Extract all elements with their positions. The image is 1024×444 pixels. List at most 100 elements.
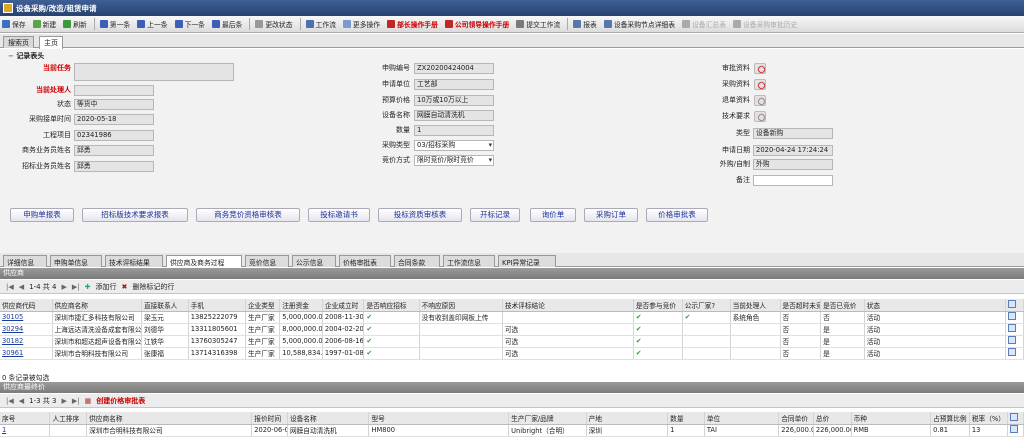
- field-value[interactable]: 等货中: [74, 99, 154, 110]
- delete-row-button[interactable]: 删除标记的行: [132, 282, 174, 292]
- first-page-icon[interactable]: |◀: [6, 283, 14, 291]
- toolbar-button[interactable]: 部长操作手册: [387, 19, 438, 29]
- action-button[interactable]: 商务竞价资格审核表: [196, 208, 300, 222]
- field-value[interactable]: ZX20200424004: [414, 63, 494, 74]
- detail-tab[interactable]: 详细信息: [3, 255, 47, 267]
- field-value[interactable]: 2020-04-24 17:24:24: [753, 145, 833, 156]
- toolbar-button[interactable]: 更多操作: [342, 19, 380, 29]
- column-header[interactable]: 产地: [586, 412, 669, 425]
- column-header[interactable]: 当前处理人: [730, 299, 781, 312]
- column-header[interactable]: 总价: [813, 412, 852, 425]
- detail-tab[interactable]: 供应商及商务过程: [166, 255, 242, 267]
- column-header[interactable]: 是否已竞价: [820, 299, 865, 312]
- detail-tab[interactable]: KPI异常记录: [498, 255, 556, 267]
- table-row[interactable]: 1 深圳市合明科技有限公司 2020-06-01网膜自动清洗机 HM800 Unibri…: [0, 424, 1024, 437]
- select-all-checkbox[interactable]: [1007, 412, 1024, 425]
- detail-tab[interactable]: 工作流信息: [443, 255, 495, 267]
- toolbar-button[interactable]: 上一条: [137, 19, 168, 29]
- toolbar-button[interactable]: 保存: [2, 19, 26, 29]
- column-header[interactable]: 企业成立时: [322, 299, 365, 312]
- row-checkbox[interactable]: [1005, 311, 1024, 324]
- table-cell[interactable]: 30182: [0, 335, 53, 348]
- field-value[interactable]: 02341986: [74, 130, 154, 141]
- column-header[interactable]: 直接联系人: [141, 299, 189, 312]
- action-button[interactable]: 申购单报表: [10, 208, 74, 222]
- toolbar-button[interactable]: 设备汇总表: [682, 19, 726, 29]
- field-value[interactable]: 邱勇: [74, 145, 154, 156]
- next-page-icon[interactable]: ▶: [61, 283, 66, 291]
- create-approval-icon[interactable]: ▦: [85, 397, 92, 405]
- row-link[interactable]: 30961: [2, 349, 23, 357]
- toolbar-button[interactable]: 报表: [573, 19, 597, 29]
- toolbar-button[interactable]: 更改状态: [255, 19, 293, 29]
- create-price-approval-button[interactable]: 创建价格审批表: [96, 396, 145, 406]
- field-value[interactable]: 2020-05-18: [74, 114, 154, 125]
- paperclip-icon[interactable]: [754, 79, 766, 90]
- column-header[interactable]: 企业类型: [245, 299, 281, 312]
- add-row-icon[interactable]: ✚: [85, 283, 91, 291]
- column-header[interactable]: 手机: [188, 299, 246, 312]
- table-row[interactable]: 30294 上海远达清洗设备成套有限公司 刘德华 13311805601 生产厂家 8,0…: [0, 323, 1024, 336]
- toolbar-button[interactable]: 提交工作流: [516, 19, 560, 29]
- column-header[interactable]: 是否超时未竞价: [780, 299, 822, 312]
- action-button[interactable]: 采购订单: [584, 208, 638, 222]
- toolbar-button[interactable]: 设备采购审批历史: [733, 19, 797, 29]
- toolbar-button[interactable]: 下一条: [174, 19, 205, 29]
- detail-tab[interactable]: 价格审批表: [339, 255, 391, 267]
- prev-page-icon[interactable]: ◀: [19, 283, 24, 291]
- action-button[interactable]: 招标版技术要求报表: [82, 208, 188, 222]
- table-cell[interactable]: 1: [0, 424, 51, 437]
- row-link[interactable]: 30182: [2, 337, 23, 345]
- action-button[interactable]: 询价单: [530, 208, 576, 222]
- toolbar-button[interactable]: 工作流: [305, 19, 336, 29]
- action-button[interactable]: 开标记录: [470, 208, 520, 222]
- select-all-checkbox[interactable]: [1005, 299, 1024, 312]
- detail-tab[interactable]: 技术评标结果: [105, 255, 163, 267]
- column-header[interactable]: 不响应原因: [419, 299, 503, 312]
- column-header[interactable]: 币种: [851, 412, 932, 425]
- field-value[interactable]: 工艺部: [414, 79, 494, 90]
- toolbar-button[interactable]: 新建: [32, 19, 56, 29]
- last-page-icon[interactable]: ▶|: [72, 283, 80, 291]
- column-header[interactable]: 技术评标结论: [502, 299, 634, 312]
- action-button[interactable]: 投标邀请书: [308, 208, 370, 222]
- last-page-icon[interactable]: ▶|: [72, 397, 80, 405]
- paperclip-icon[interactable]: [754, 111, 766, 122]
- field-value[interactable]: 邱勇: [74, 161, 154, 172]
- column-header[interactable]: 人工排序: [49, 412, 88, 425]
- column-header[interactable]: 公示厂家?: [682, 299, 731, 312]
- table-row[interactable]: 30961 深圳市合明科技有限公司 张康福 13714316398 生产厂家 10,588…: [0, 347, 1024, 360]
- column-header[interactable]: 是否响应招标: [363, 299, 420, 312]
- detail-tab[interactable]: 合同条款: [394, 255, 440, 267]
- select-field[interactable]: 限时竞价/限时竞价: [414, 155, 494, 166]
- column-header[interactable]: 供应商名称: [52, 299, 142, 312]
- column-header[interactable]: 序号: [0, 412, 51, 425]
- row-link[interactable]: 30294: [2, 325, 23, 333]
- toolbar-button[interactable]: 最后条: [211, 19, 242, 29]
- field-value[interactable]: 设备新购: [753, 128, 833, 139]
- toolbar-button[interactable]: 刷新: [63, 19, 87, 29]
- next-page-icon[interactable]: ▶: [61, 397, 66, 405]
- row-checkbox[interactable]: [1007, 424, 1024, 437]
- column-header[interactable]: 是否参与竞价: [633, 299, 683, 312]
- table-cell[interactable]: 30105: [0, 311, 53, 324]
- prev-page-icon[interactable]: ◀: [19, 397, 24, 405]
- field-value[interactable]: 外购: [753, 159, 833, 170]
- field-value[interactable]: [753, 175, 833, 186]
- field-value[interactable]: 10万或10万以上: [414, 95, 494, 106]
- column-header[interactable]: 税率（%）: [969, 412, 1008, 425]
- field-value[interactable]: 网膜自动清洗机: [414, 110, 494, 121]
- row-checkbox[interactable]: [1005, 347, 1024, 360]
- toolbar-button[interactable]: 公司领导操作手册: [444, 19, 509, 29]
- action-button[interactable]: 价格审批表: [646, 208, 708, 222]
- table-cell[interactable]: 30294: [0, 323, 53, 336]
- row-link[interactable]: 1: [2, 426, 6, 434]
- table-cell[interactable]: 30961: [0, 347, 53, 360]
- column-header[interactable]: 状态: [864, 299, 1007, 312]
- toolbar-button[interactable]: 设备采购节点详细表: [603, 19, 675, 29]
- column-header[interactable]: 占预算比例: [930, 412, 970, 425]
- column-header[interactable]: 数量: [667, 412, 705, 425]
- column-header[interactable]: 注册资金: [279, 299, 323, 312]
- column-header[interactable]: 生产厂家/品牌: [508, 412, 587, 425]
- detail-tab[interactable]: 公示信息: [292, 255, 336, 267]
